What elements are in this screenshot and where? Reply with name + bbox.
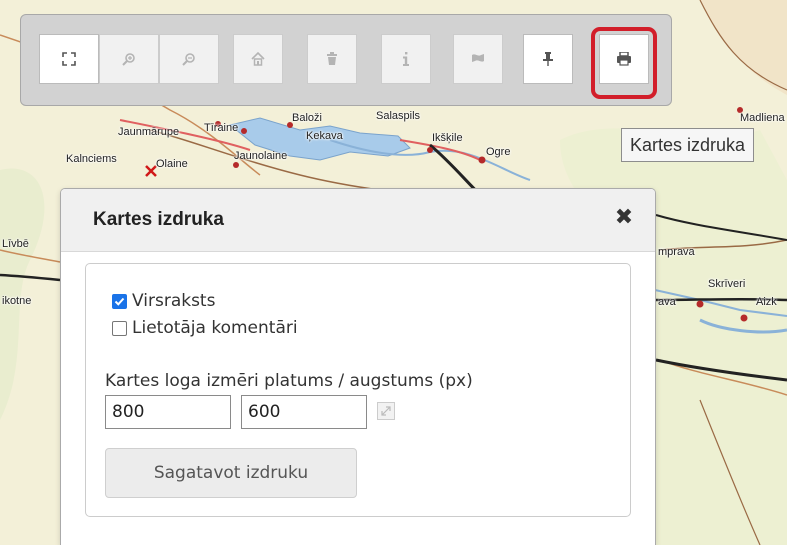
flag-icon	[472, 54, 484, 62]
measure-button[interactable]	[453, 34, 503, 84]
pin-button[interactable]	[523, 34, 573, 84]
width-input[interactable]	[105, 395, 231, 429]
title-checkbox-label: Virsraksts	[132, 291, 216, 311]
map-label: Jaunmārupe	[118, 126, 180, 138]
map-label: Baloži	[292, 112, 322, 124]
comments-checkbox[interactable]	[112, 320, 127, 336]
delete-button[interactable]	[307, 34, 357, 84]
dialog-header[interactable]: Kartes izdruka ✖	[61, 189, 655, 252]
map-label: mprava	[658, 246, 695, 258]
map-label: Madliena	[740, 112, 785, 124]
close-icon[interactable]: ✖	[609, 203, 639, 233]
map-label: Ikšķile	[432, 132, 463, 144]
home-button[interactable]	[233, 34, 283, 84]
fullscreen-button[interactable]	[39, 34, 99, 84]
map-label: Salaspils	[376, 110, 421, 122]
print-dialog: Kartes izdruka ✖ Virsraksts Lietotāja ko…	[60, 188, 656, 545]
title-checkbox[interactable]	[112, 293, 127, 309]
print-button-highlight	[591, 27, 657, 99]
height-input[interactable]	[241, 395, 367, 429]
zoom-in-icon	[122, 53, 135, 66]
map-toolbar	[20, 14, 672, 106]
resize-button[interactable]	[377, 402, 395, 420]
map-label: Ķekava	[306, 130, 343, 142]
map-label: Olaine	[156, 158, 188, 170]
map-size-label: Kartes loga izmēri platums / augstums (p…	[105, 371, 473, 391]
comments-option[interactable]: Lietotāja komentāri	[112, 318, 298, 338]
checkmark-icon	[114, 297, 125, 306]
zoom-out-button[interactable]	[159, 34, 219, 84]
pin-icon	[543, 52, 553, 66]
map-label: ikotne	[2, 295, 32, 307]
map-label: Aizk	[756, 296, 777, 308]
expand-icon	[381, 406, 391, 416]
map-label: Ogre	[486, 146, 511, 158]
map-label: Jaunolaine	[234, 150, 288, 162]
zoom-out-icon	[182, 53, 195, 66]
dialog-content: Virsraksts Lietotāja komentāri Kartes lo…	[85, 263, 631, 517]
prepare-print-button[interactable]: Sagatavot izdruku	[105, 448, 357, 498]
map-label: ava	[658, 296, 676, 308]
zoom-in-button[interactable]	[99, 34, 159, 84]
map-label: Līvbē	[2, 238, 29, 250]
map-label: Tīraine	[204, 122, 239, 134]
info-button[interactable]	[381, 34, 431, 84]
comments-checkbox-label: Lietotāja komentāri	[132, 318, 298, 338]
map-label: Kalnciems	[66, 153, 117, 165]
dialog-title: Kartes izdruka	[93, 209, 224, 230]
fullscreen-icon	[62, 52, 76, 66]
title-option[interactable]: Virsraksts	[112, 291, 215, 311]
map-label: Skrīveri	[708, 278, 746, 290]
print-tooltip: Kartes izdruka	[621, 128, 755, 162]
trash-icon	[327, 52, 337, 65]
info-icon	[403, 52, 409, 66]
home-icon	[251, 52, 265, 66]
